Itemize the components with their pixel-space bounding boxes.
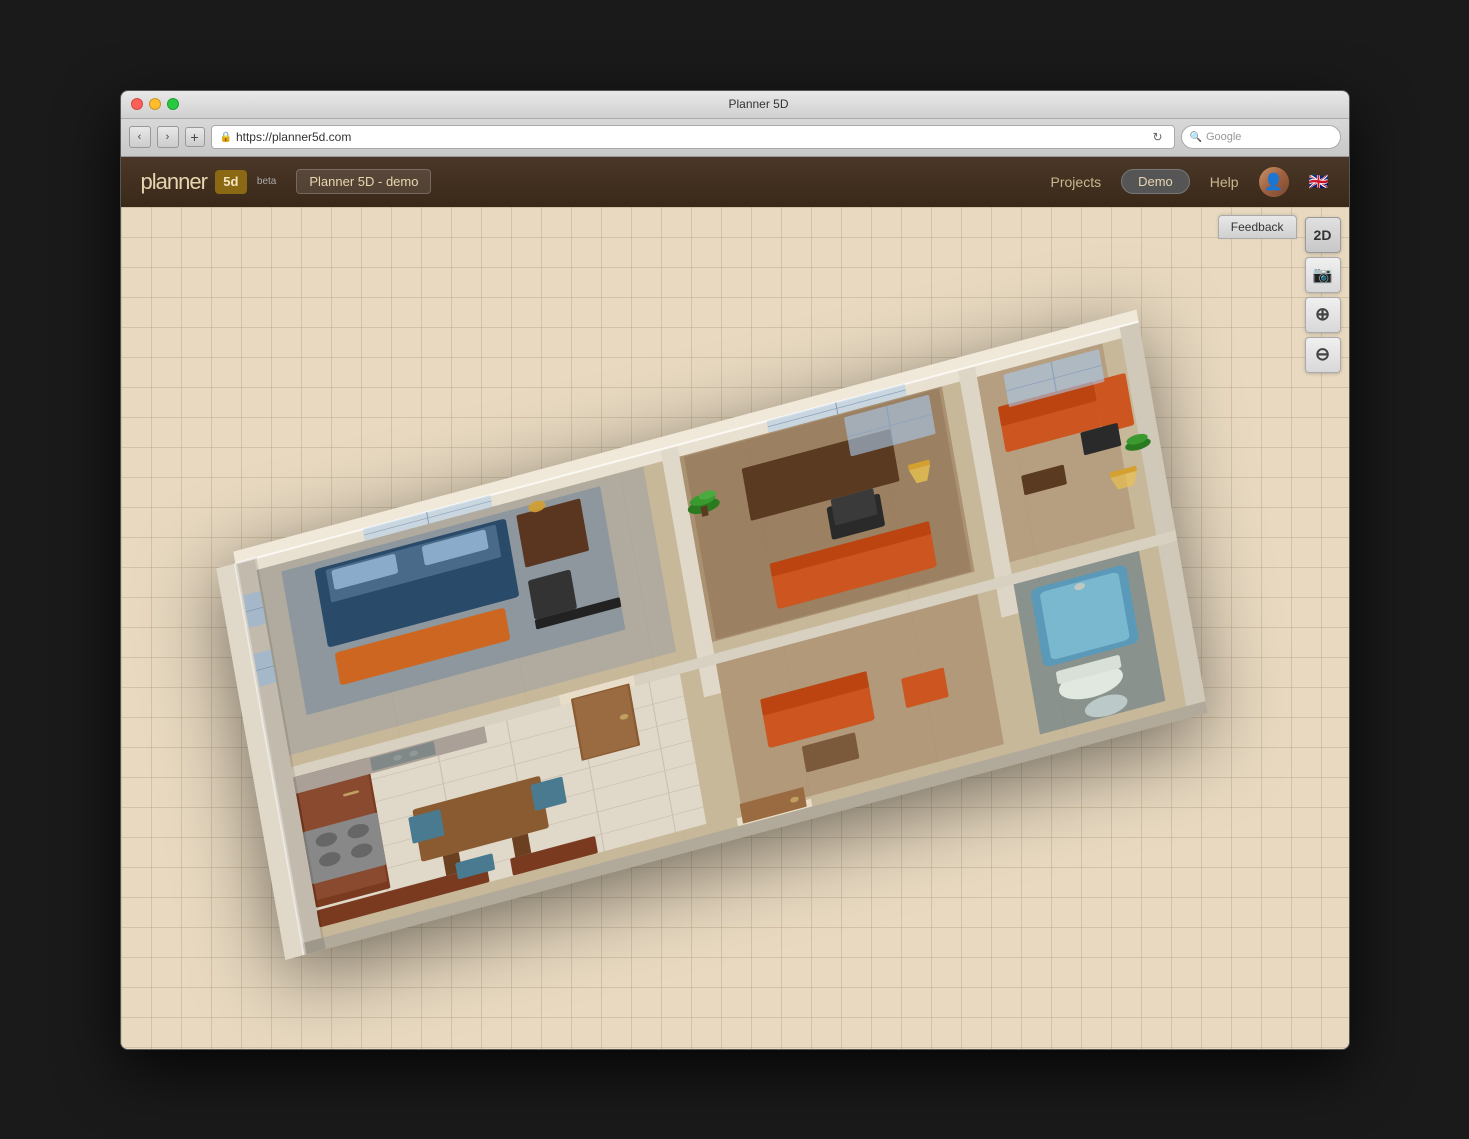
screenshot-button[interactable]: 📷 — [1305, 257, 1341, 293]
feedback-button[interactable]: Feedback — [1218, 215, 1297, 239]
minimize-button[interactable] — [149, 98, 161, 110]
floorplan-container — [141, 237, 1289, 1029]
close-button[interactable] — [131, 98, 143, 110]
app-header: planner 5d beta Planner 5D - demo Projec… — [121, 157, 1349, 207]
back-button[interactable]: ‹ — [129, 126, 151, 148]
logo-5d-badge: 5d — [215, 170, 247, 194]
window-controls — [131, 98, 179, 110]
browser-toolbar: ‹ › + 🔒 https://planner5d.com ↻ 🔍 Google — [121, 119, 1349, 157]
demo-nav-button[interactable]: Demo — [1121, 169, 1190, 194]
mac-window: Planner 5D ‹ › + 🔒 https://planner5d.com… — [120, 90, 1350, 1050]
project-tab[interactable]: Planner 5D - demo — [296, 169, 431, 194]
view-2d-button[interactable]: 2D — [1305, 217, 1341, 253]
zoom-in-icon: ⊕ — [1315, 304, 1330, 325]
beta-badge: beta — [257, 176, 276, 187]
add-tab-button[interactable]: + — [185, 127, 205, 147]
forward-button[interactable]: › — [157, 126, 179, 148]
help-nav-link[interactable]: Help — [1210, 174, 1239, 190]
zoom-in-button[interactable]: ⊕ — [1305, 297, 1341, 333]
title-bar: Planner 5D — [121, 91, 1349, 119]
url-text: https://planner5d.com — [236, 130, 1146, 144]
lock-icon: 🔒 — [220, 132, 232, 143]
maximize-button[interactable] — [167, 98, 179, 110]
avatar-image — [1259, 167, 1289, 197]
language-flag-icon[interactable]: 🇬🇧 — [1309, 172, 1329, 192]
zoom-out-icon: ⊖ — [1315, 344, 1330, 365]
refresh-button[interactable]: ↻ — [1150, 129, 1166, 145]
user-avatar[interactable] — [1259, 167, 1289, 197]
logo-area: planner 5d beta — [141, 169, 277, 195]
header-nav: Projects Demo Help 🇬🇧 — [1051, 167, 1329, 197]
camera-icon: 📷 — [1313, 265, 1333, 285]
search-bar[interactable]: 🔍 Google — [1181, 125, 1341, 149]
floorplan-svg — [165, 248, 1265, 1018]
window-title: Planner 5D — [179, 97, 1339, 111]
logo-text: planner — [141, 169, 207, 195]
projects-nav-link[interactable]: Projects — [1051, 174, 1102, 190]
main-content: Feedback 2D 📷 ⊕ ⊖ — [121, 207, 1349, 1049]
side-toolbar: 2D 📷 ⊕ ⊖ — [1305, 217, 1341, 373]
search-icon: 🔍 — [1190, 132, 1202, 143]
zoom-out-button[interactable]: ⊖ — [1305, 337, 1341, 373]
url-bar[interactable]: 🔒 https://planner5d.com ↻ — [211, 125, 1175, 149]
search-placeholder: Google — [1206, 131, 1241, 143]
